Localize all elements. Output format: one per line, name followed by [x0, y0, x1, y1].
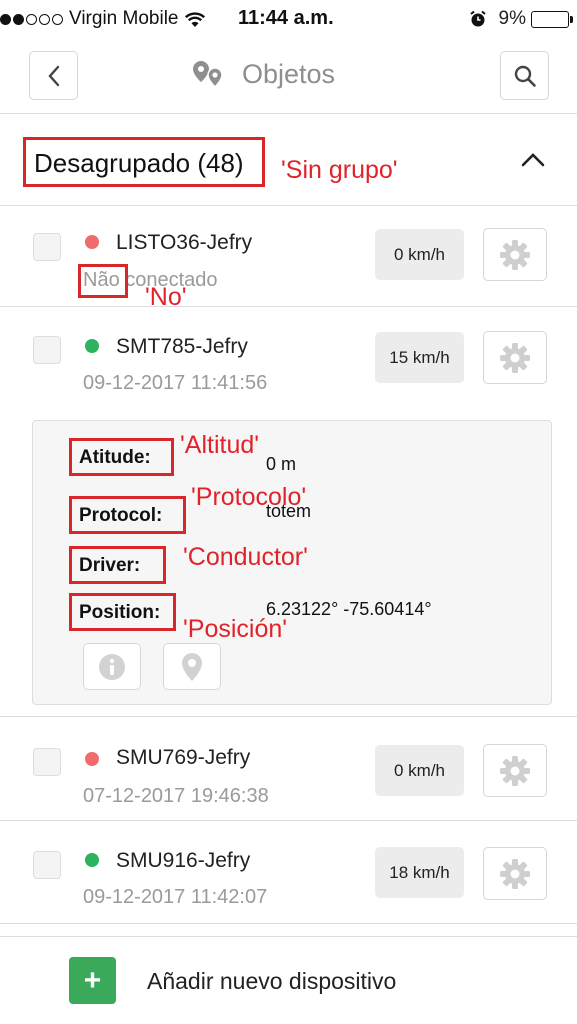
add-device-label[interactable]: Añadir nuevo dispositivo: [147, 968, 396, 995]
status-bar-left: Virgin Mobile: [0, 8, 206, 30]
add-device-button[interactable]: +: [69, 957, 116, 1004]
status-bar: Virgin Mobile 11:44 a.m. 9%: [0, 0, 577, 38]
device-settings-button[interactable]: [483, 228, 547, 281]
search-icon: [514, 65, 536, 87]
device-settings-button[interactable]: [483, 847, 547, 900]
location-button[interactable]: [163, 643, 221, 690]
back-button[interactable]: [29, 51, 78, 100]
wifi-icon: [185, 11, 206, 27]
gear-icon: [500, 239, 530, 270]
status-dot: [85, 235, 99, 249]
position-value: 6.23122° -75.60414°: [266, 599, 432, 619]
info-icon: [99, 653, 125, 680]
gear-icon: [500, 755, 530, 786]
speed-badge: 18 km/h: [375, 847, 464, 898]
location-pin-icon: [182, 652, 202, 681]
status-dot: [85, 853, 99, 867]
device-row[interactable]: LISTO36-Jefry Não conectado 'No' 0 km/h: [0, 206, 577, 311]
device-name: SMU916-Jefry: [116, 849, 251, 872]
altitude-label: Atitude:: [69, 438, 174, 476]
device-settings-button[interactable]: [483, 744, 547, 797]
speed-badge: 0 km/h: [375, 745, 464, 796]
status-dot: [85, 752, 99, 766]
search-button[interactable]: [500, 51, 549, 100]
add-device-footer[interactable]: + Añadir nuevo dispositivo: [0, 936, 577, 1024]
device-row[interactable]: SMU916-Jefry 09-12-2017 11:42:07 18 km/h: [0, 821, 577, 924]
chevron-up-icon[interactable]: [520, 152, 546, 168]
protocol-label: Protocol:: [69, 496, 186, 534]
alarm-icon: [469, 10, 486, 27]
battery-icon: [531, 10, 573, 28]
page-title: Objetos: [242, 58, 336, 89]
device-timestamp: 09-12-2017 11:41:56: [83, 372, 268, 394]
altitude-value: 0 m: [266, 454, 297, 474]
altitude-annotation: 'Altitud': [180, 431, 260, 459]
gear-icon: [500, 858, 530, 889]
group-annotation: 'Sin grupo': [281, 156, 398, 184]
chevron-left-icon: [47, 65, 59, 86]
protocol-annotation: 'Protocolo': [191, 483, 307, 511]
speed-badge: 0 km/h: [375, 229, 464, 280]
device-details-panel: Atitude: 0 m 'Altitud' Protocol: totem '…: [32, 420, 552, 705]
device-checkbox[interactable]: [33, 748, 61, 776]
position-label: Position:: [69, 593, 176, 631]
device-name: SMT785-Jefry: [116, 335, 248, 358]
driver-label: Driver:: [69, 546, 166, 584]
driver-annotation: 'Conductor': [183, 543, 308, 571]
device-timestamp: 09-12-2017 11:42:07: [83, 886, 268, 908]
device-row[interactable]: SMU769-Jefry 07-12-2017 19:46:38 0 km/h: [0, 718, 577, 821]
group-title: Desagrupado (48): [23, 137, 265, 187]
device-checkbox[interactable]: [33, 233, 61, 261]
position-annotation: 'Posición': [183, 615, 288, 643]
annotation-box: [78, 264, 128, 298]
map-pins-icon: [193, 61, 223, 89]
device-checkbox[interactable]: [33, 851, 61, 879]
signal-strength-icon: [0, 13, 63, 25]
status-dot: [85, 339, 99, 353]
device-checkbox[interactable]: [33, 336, 61, 364]
carrier-name: Virgin Mobile: [69, 8, 179, 29]
plus-icon: +: [83, 963, 102, 997]
device-name: LISTO36-Jefry: [116, 231, 253, 254]
group-header[interactable]: Desagrupado (48) 'Sin grupo': [0, 114, 577, 206]
speed-badge: 15 km/h: [375, 332, 464, 383]
device-timestamp: 07-12-2017 19:46:38: [83, 785, 269, 807]
app-header: Objetos: [0, 38, 577, 114]
info-button[interactable]: [83, 643, 141, 690]
device-settings-button[interactable]: [483, 331, 547, 384]
gear-icon: [500, 342, 530, 373]
status-bar-right: 9%: [469, 8, 573, 30]
page-title-wrap: Objetos: [192, 58, 335, 90]
battery-percent: 9%: [498, 8, 526, 29]
clock: 11:44 a.m.: [238, 7, 334, 29]
device-name: SMU769-Jefry: [116, 746, 251, 769]
